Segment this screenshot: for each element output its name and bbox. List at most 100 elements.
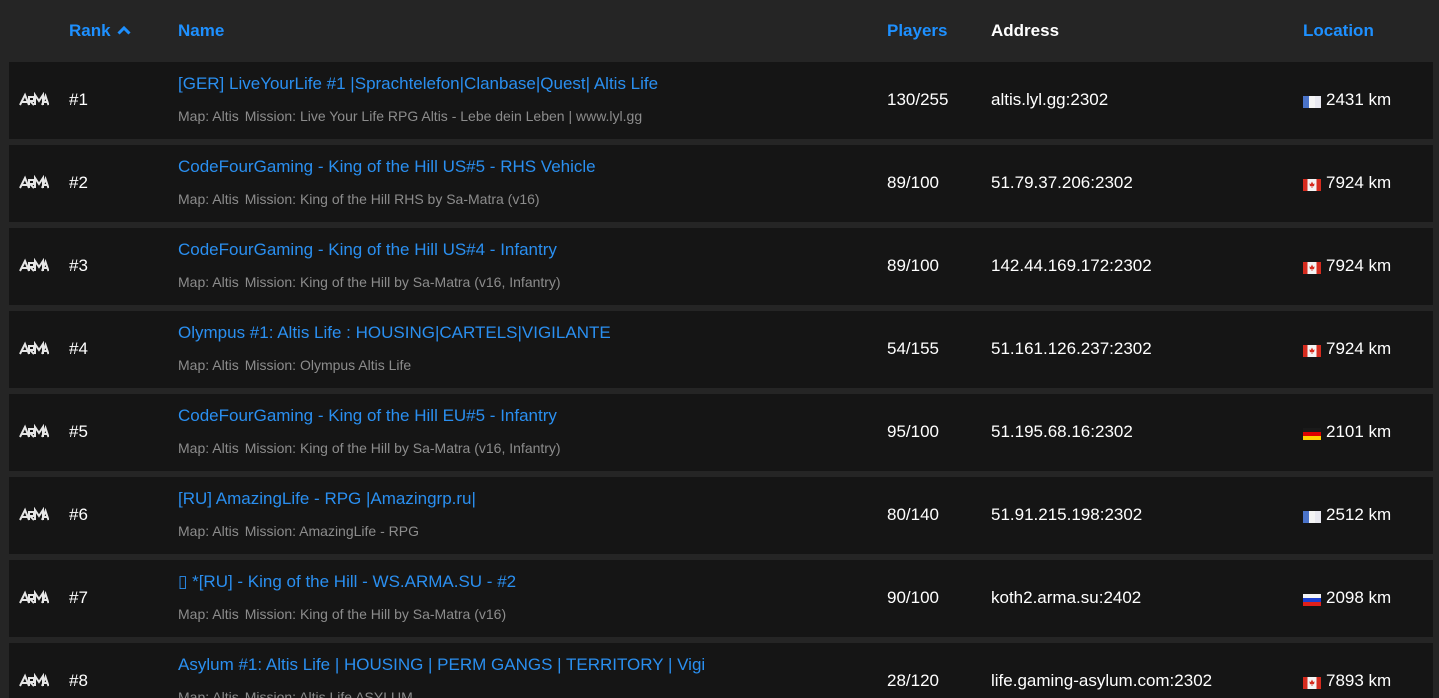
flag-ca-icon	[1303, 342, 1321, 358]
distance-label: 7924 km	[1326, 339, 1392, 358]
players-cell: 54/155	[887, 339, 939, 358]
rank-cell: #5	[69, 422, 88, 441]
rank-header-label: Rank	[69, 21, 111, 40]
map-label: Map: Altis	[178, 523, 239, 539]
location-cell: 2101 km	[1303, 422, 1391, 442]
table-row[interactable]: #7 ▯ *[RU] - King of the Hill - WS.ARMA.…	[9, 560, 1433, 637]
location-cell: 7924 km	[1303, 256, 1391, 276]
table-row[interactable]: #2 CodeFourGaming - King of the Hill US#…	[9, 145, 1433, 222]
location-cell: 7924 km	[1303, 339, 1391, 359]
arma-game-icon	[19, 258, 49, 272]
server-name-link[interactable]: ▯ *[RU] - King of the Hill - WS.ARMA.SU …	[178, 572, 516, 592]
arma-game-icon	[19, 673, 49, 687]
address-cell: 51.79.37.206:2302	[991, 173, 1133, 192]
distance-label: 2098 km	[1326, 588, 1392, 607]
server-meta: Map: Altis Mission: Live Your Life RPG Al…	[178, 107, 642, 125]
flag-ca-icon	[1303, 176, 1321, 192]
chevron-up-icon	[117, 25, 131, 35]
address-cell: 51.195.68.16:2302	[991, 422, 1133, 441]
distance-label: 2431 km	[1326, 90, 1392, 109]
arma-game-icon	[19, 590, 49, 604]
location-cell: 2512 km	[1303, 505, 1391, 525]
table-row[interactable]: #5 CodeFourGaming - King of the Hill EU#…	[9, 394, 1433, 471]
server-name-link[interactable]: CodeFourGaming - King of the Hill EU#5 -…	[178, 406, 557, 426]
flag-fr-icon	[1303, 93, 1321, 109]
map-label: Map: Altis	[178, 689, 239, 698]
mission-label: Mission: Olympus Altis Life	[244, 357, 412, 373]
server-meta: Map: Altis Mission: Olympus Altis Life	[178, 356, 411, 374]
players-cell: 89/100	[887, 256, 939, 275]
location-column-header[interactable]: Location	[1303, 21, 1374, 41]
rank-cell: #7	[69, 588, 88, 607]
table-row[interactable]: #1 [GER] LiveYourLife #1 |Sprachtelefon|…	[9, 62, 1433, 139]
map-label: Map: Altis	[178, 440, 239, 456]
players-column-header[interactable]: Players	[887, 21, 948, 41]
rank-cell: #6	[69, 505, 88, 524]
rank-cell: #8	[69, 671, 88, 690]
server-name-link[interactable]: Olympus #1: Altis Life : HOUSING|CARTELS…	[178, 323, 611, 343]
address-cell: life.gaming-asylum.com:2302	[991, 671, 1213, 690]
address-cell: 142.44.169.172:2302	[991, 256, 1152, 275]
distance-label: 2512 km	[1326, 505, 1392, 524]
mission-label: Mission: AmazingLife - RPG	[244, 523, 419, 539]
players-cell: 130/255	[887, 90, 949, 109]
mission-label: Mission: Live Your Life RPG Altis - Lebe…	[244, 108, 643, 124]
arma-game-icon	[19, 424, 49, 438]
rank-cell: #2	[69, 173, 88, 192]
server-meta: Map: Altis Mission: Altis Life ASYLUM	[178, 688, 413, 698]
mission-label: Mission: King of the Hill RHS by Sa-Matr…	[244, 191, 540, 207]
distance-label: 2101 km	[1326, 422, 1392, 441]
server-name-link[interactable]: CodeFourGaming - King of the Hill US#4 -…	[178, 240, 557, 260]
server-name-link[interactable]: [RU] AmazingLife - RPG |Amazingrp.ru|	[178, 489, 476, 509]
map-label: Map: Altis	[178, 191, 239, 207]
mission-label: Mission: King of the Hill by Sa-Matra (v…	[244, 606, 507, 622]
location-cell: 2098 km	[1303, 588, 1391, 608]
players-cell: 80/140	[887, 505, 939, 524]
location-cell: 7893 km	[1303, 671, 1391, 691]
server-name-link[interactable]: CodeFourGaming - King of the Hill US#5 -…	[178, 157, 596, 177]
server-meta: Map: Altis Mission: King of the Hill by S…	[178, 605, 506, 623]
map-label: Map: Altis	[178, 357, 239, 373]
server-meta: Map: Altis Mission: AmazingLife - RPG	[178, 522, 419, 540]
mission-label: Mission: Altis Life ASYLUM	[244, 689, 413, 698]
address-cell: koth2.arma.su:2402	[991, 588, 1142, 607]
server-meta: Map: Altis Mission: King of the Hill by S…	[178, 439, 561, 457]
flag-de-icon	[1303, 425, 1321, 441]
location-cell: 7924 km	[1303, 173, 1391, 193]
rank-cell: #3	[69, 256, 88, 275]
server-meta: Map: Altis Mission: King of the Hill by S…	[178, 273, 561, 291]
mission-label: Mission: King of the Hill by Sa-Matra (v…	[244, 274, 561, 290]
address-cell: 51.161.126.237:2302	[991, 339, 1152, 358]
flag-fr-icon	[1303, 508, 1321, 524]
distance-label: 7924 km	[1326, 256, 1392, 275]
players-cell: 90/100	[887, 588, 939, 607]
map-label: Map: Altis	[178, 606, 239, 622]
server-name-link[interactable]: [GER] LiveYourLife #1 |Sprachtelefon|Cla…	[178, 74, 658, 94]
server-list-table: Rank Name Players Address Location #1 [G…	[0, 0, 1439, 698]
mission-label: Mission: King of the Hill by Sa-Matra (v…	[244, 440, 561, 456]
flag-ca-icon	[1303, 674, 1321, 690]
server-meta: Map: Altis Mission: King of the Hill RHS …	[178, 190, 540, 208]
table-row[interactable]: #8 Asylum #1: Altis Life | HOUSING | PER…	[9, 643, 1433, 698]
arma-game-icon	[19, 92, 49, 106]
players-cell: 28/120	[887, 671, 939, 690]
table-row[interactable]: #6 [RU] AmazingLife - RPG |Amazingrp.ru|…	[9, 477, 1433, 554]
flag-ca-icon	[1303, 259, 1321, 275]
address-cell: 51.91.215.198:2302	[991, 505, 1143, 524]
address-cell: altis.lyl.gg:2302	[991, 90, 1109, 109]
name-column-header[interactable]: Name	[178, 21, 224, 41]
rank-cell: #1	[69, 90, 88, 109]
arma-game-icon	[19, 507, 49, 521]
distance-label: 7924 km	[1326, 173, 1392, 192]
players-cell: 89/100	[887, 173, 939, 192]
rank-column-header[interactable]: Rank	[69, 21, 131, 41]
location-cell: 2431 km	[1303, 90, 1391, 110]
table-row[interactable]: #3 CodeFourGaming - King of the Hill US#…	[9, 228, 1433, 305]
table-header: Rank Name Players Address Location	[0, 0, 1439, 62]
map-label: Map: Altis	[178, 108, 239, 124]
server-name-link[interactable]: Asylum #1: Altis Life | HOUSING | PERM G…	[178, 655, 705, 675]
distance-label: 7893 km	[1326, 671, 1392, 690]
table-row[interactable]: #4 Olympus #1: Altis Life : HOUSING|CART…	[9, 311, 1433, 388]
players-cell: 95/100	[887, 422, 939, 441]
rank-cell: #4	[69, 339, 88, 358]
